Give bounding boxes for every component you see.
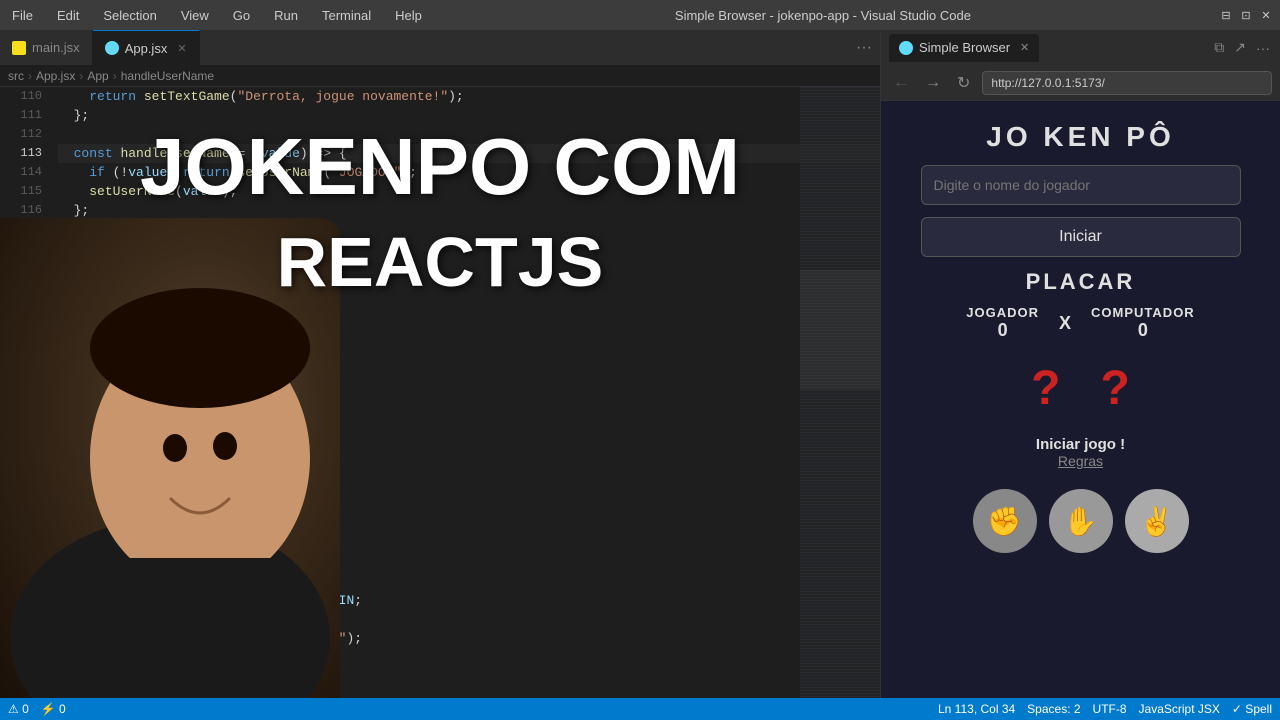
rules-link[interactable]: Regras <box>1036 453 1125 469</box>
score-row: JOGADOR 0 X COMPUTADOR 0 <box>901 305 1260 341</box>
tab-app-label: App.jsx <box>125 41 168 56</box>
face-overlay <box>0 218 340 698</box>
menu-run[interactable]: Run <box>270 6 302 25</box>
browser-controls: ⧉ ↗ ··· <box>1212 37 1272 58</box>
nav-forward-icon[interactable]: → <box>921 72 945 94</box>
action-buttons: ✊ ✋ ✌ <box>973 489 1189 553</box>
menu-bar: File Edit Selection View Go Run Terminal… <box>0 0 1280 30</box>
player-label: JOGADOR <box>966 305 1039 320</box>
tab-main-jsx[interactable]: main.jsx <box>0 30 93 65</box>
browser-tab-label: Simple Browser <box>919 40 1010 55</box>
status-encoding[interactable]: UTF-8 <box>1093 702 1127 716</box>
computer-score-block: COMPUTADOR 0 <box>1091 305 1195 341</box>
editor-panel: main.jsx App.jsx ✕ ··· src › App.jsx › A… <box>0 30 880 698</box>
status-spaces[interactable]: Spaces: 2 <box>1027 702 1080 716</box>
choice-row: ? ? <box>1031 361 1130 416</box>
jsx-icon <box>105 41 119 55</box>
window-maximize[interactable]: ⊡ <box>1240 9 1252 21</box>
computer-score-value: 0 <box>1091 320 1195 341</box>
menu-view[interactable]: View <box>177 6 213 25</box>
rock-button[interactable]: ✊ <box>973 489 1037 553</box>
open-external-icon[interactable]: ↗ <box>1232 37 1248 58</box>
score-label: PLACAR <box>901 269 1260 295</box>
browser-nav: ← → ↻ http://127.0.0.1:5173/ <box>881 65 1280 101</box>
computer-label: COMPUTADOR <box>1091 305 1195 320</box>
tab-app-jsx[interactable]: App.jsx ✕ <box>93 30 200 65</box>
minimap <box>800 87 880 698</box>
main-area: main.jsx App.jsx ✕ ··· src › App.jsx › A… <box>0 30 1280 698</box>
minimap-highlight <box>800 270 880 390</box>
menu-file[interactable]: File <box>8 6 37 25</box>
window-controls: ⊟ ⊡ ✕ <box>1220 9 1272 21</box>
status-left: ⚠ 0 ⚡ 0 <box>8 702 66 716</box>
status-position[interactable]: Ln 113, Col 34 <box>938 702 1015 716</box>
browser-content: JO KEN PÔ Iniciar PLACAR JOGADOR 0 X COM… <box>881 101 1280 698</box>
game-title: JO KEN PÔ <box>986 121 1174 153</box>
computer-choice: ? <box>1101 361 1130 416</box>
browser-tabs-bar: Simple Browser ✕ ⧉ ↗ ··· <box>881 30 1280 65</box>
window-title: Simple Browser - jokenpo-app - Visual St… <box>442 8 1204 23</box>
tab-more-button[interactable]: ··· <box>848 30 880 65</box>
browser-tab-close-icon[interactable]: ✕ <box>1020 41 1029 54</box>
address-bar[interactable]: http://127.0.0.1:5173/ <box>982 71 1272 95</box>
menu-selection[interactable]: Selection <box>99 6 160 25</box>
menu-terminal[interactable]: Terminal <box>318 6 375 25</box>
nav-back-icon[interactable]: ← <box>889 72 913 94</box>
tabs-bar: main.jsx App.jsx ✕ ··· <box>0 30 880 65</box>
status-warnings[interactable]: ⚡ 0 <box>41 702 66 716</box>
face-image <box>0 218 340 698</box>
browser-tab-icon <box>899 41 913 55</box>
status-spell[interactable]: ✓ Spell <box>1232 702 1272 716</box>
nav-refresh-icon[interactable]: ↻ <box>953 71 974 95</box>
status-right: Ln 113, Col 34 Spaces: 2 UTF-8 JavaScrip… <box>938 702 1272 716</box>
breadcrumb-handle[interactable]: handleUserName <box>121 69 214 83</box>
window-close[interactable]: ✕ <box>1260 9 1272 21</box>
paper-button[interactable]: ✋ <box>1049 489 1113 553</box>
browser-tab-simple[interactable]: Simple Browser ✕ <box>889 34 1039 62</box>
player-score-value: 0 <box>966 320 1039 341</box>
code-area[interactable]: 110 111 112 113 114 115 116 117 118 119 … <box>0 87 880 698</box>
score-section: PLACAR JOGADOR 0 X COMPUTADOR 0 <box>901 269 1260 341</box>
player-score-block: JOGADOR 0 <box>966 305 1039 341</box>
breadcrumb-app[interactable]: App <box>87 69 108 83</box>
tab-main-label: main.jsx <box>32 40 80 55</box>
js-icon <box>12 41 26 55</box>
start-button[interactable]: Iniciar <box>921 217 1241 257</box>
player-choice: ? <box>1031 361 1060 416</box>
breadcrumb: src › App.jsx › App › handleUserName <box>0 65 880 87</box>
split-editor-icon[interactable]: ⧉ <box>1212 37 1226 58</box>
more-options-icon[interactable]: ··· <box>1254 38 1272 58</box>
status-bar: ⚠ 0 ⚡ 0 Ln 113, Col 34 Spaces: 2 UTF-8 J… <box>0 698 1280 720</box>
status-errors[interactable]: ⚠ 0 <box>8 702 29 716</box>
menu-help[interactable]: Help <box>391 6 426 25</box>
game-status-text: Iniciar jogo ! <box>1036 436 1125 453</box>
menu-edit[interactable]: Edit <box>53 6 83 25</box>
breadcrumb-src[interactable]: src <box>8 69 24 83</box>
game-status: Iniciar jogo ! Regras <box>1036 436 1125 469</box>
status-language[interactable]: JavaScript JSX <box>1139 702 1220 716</box>
scissors-button[interactable]: ✌ <box>1125 489 1189 553</box>
vs-label: X <box>1059 313 1071 334</box>
tab-close-icon[interactable]: ✕ <box>177 42 186 55</box>
player-name-input[interactable] <box>921 165 1241 205</box>
window-minimize[interactable]: ⊟ <box>1220 9 1232 21</box>
menu-go[interactable]: Go <box>229 6 254 25</box>
minimap-content <box>800 87 880 698</box>
browser-panel: Simple Browser ✕ ⧉ ↗ ··· ← → ↻ http://12… <box>880 30 1280 698</box>
breadcrumb-app-jsx[interactable]: App.jsx <box>36 69 75 83</box>
